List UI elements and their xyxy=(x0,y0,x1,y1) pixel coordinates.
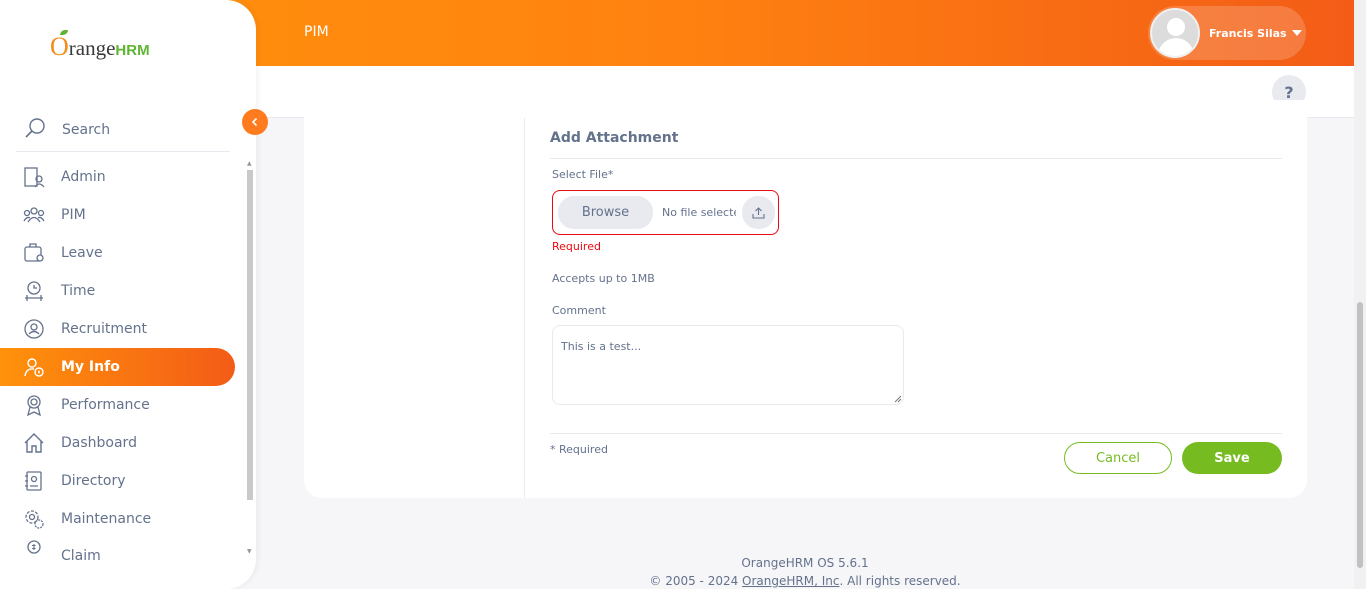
copyright-suffix: . All rights reserved. xyxy=(839,574,961,588)
chevron-left-icon xyxy=(251,117,258,127)
required-note: * Required xyxy=(550,443,608,456)
upload-icon[interactable] xyxy=(742,196,775,229)
sidebar-item-directory[interactable]: Directory xyxy=(0,462,235,500)
divider xyxy=(550,158,1282,159)
select-file-label: Select File* xyxy=(552,168,614,181)
company-link[interactable]: OrangeHRM, Inc xyxy=(742,574,839,588)
sidebar-item-performance[interactable]: Performance xyxy=(0,386,235,424)
divider xyxy=(550,433,1282,434)
sidebar-item-dashboard[interactable]: Dashboard xyxy=(0,424,235,462)
sidebar-item-admin[interactable]: Admin xyxy=(0,158,235,196)
claim-icon xyxy=(22,538,46,560)
leave-icon xyxy=(22,241,46,265)
sidebar-search[interactable]: Search xyxy=(16,108,230,152)
directory-icon xyxy=(22,469,46,493)
cancel-button[interactable]: Cancel xyxy=(1064,442,1172,474)
sidebar-item-recruitment[interactable]: Recruitment xyxy=(0,310,235,348)
footer-copyright: © 2005 - 2024 OrangeHRM, Inc. All rights… xyxy=(256,574,1354,588)
admin-icon xyxy=(22,165,46,189)
collapse-sidebar-button[interactable] xyxy=(242,109,268,135)
browse-button[interactable]: Browse xyxy=(558,196,653,229)
save-button[interactable]: Save xyxy=(1182,442,1282,474)
resize-handle-icon[interactable] xyxy=(894,395,902,403)
user-dropdown[interactable]: Francis Silas xyxy=(1148,6,1306,60)
file-size-hint: Accepts up to 1MB xyxy=(552,272,655,285)
sidebar-item-claim[interactable]: Claim xyxy=(0,538,235,560)
file-name-text: No file selected xyxy=(662,206,736,219)
footer-version: OrangeHRM OS 5.6.1 xyxy=(741,556,869,570)
sidebar-item-maintenance[interactable]: Maintenance xyxy=(0,500,235,538)
search-label: Search xyxy=(62,121,111,138)
user-name: Francis Silas xyxy=(1209,26,1287,40)
caret-down-icon xyxy=(1291,30,1302,36)
page-scrollbar[interactable] xyxy=(1354,0,1366,589)
my-info-icon xyxy=(22,355,46,379)
recruitment-icon xyxy=(22,317,46,341)
comment-textarea[interactable]: This is a test... xyxy=(552,325,904,405)
file-error-message: Required xyxy=(552,240,601,253)
sidebar-item-pim[interactable]: PIM xyxy=(0,196,235,234)
sidebar-item-leave[interactable]: Leave xyxy=(0,234,235,272)
maintenance-icon xyxy=(22,507,46,531)
attachment-card xyxy=(304,100,1307,498)
file-input[interactable]: Browse No file selected xyxy=(552,190,779,235)
time-icon xyxy=(22,279,46,303)
pim-icon xyxy=(22,203,46,227)
section-title: Add Attachment xyxy=(550,130,679,146)
comment-label: Comment xyxy=(552,304,606,317)
sidebar-item-time[interactable]: Time xyxy=(0,272,235,310)
sidebar-item-my-info[interactable]: My Info xyxy=(0,348,235,386)
avatar xyxy=(1150,8,1200,58)
orangehrm-logo[interactable]: Orange HRM xyxy=(50,32,150,62)
copyright-prefix: © 2005 - 2024 xyxy=(649,574,743,588)
dashboard-icon xyxy=(22,431,46,455)
sidebar: Orange HRM Search Admin PIM Leave Time Re… xyxy=(0,0,256,589)
module-title: PIM xyxy=(304,24,329,40)
sidebar-scrollbar[interactable]: ▲ ▼ xyxy=(246,160,254,560)
divider xyxy=(524,118,525,498)
search-icon xyxy=(24,117,46,143)
performance-icon xyxy=(22,393,46,417)
